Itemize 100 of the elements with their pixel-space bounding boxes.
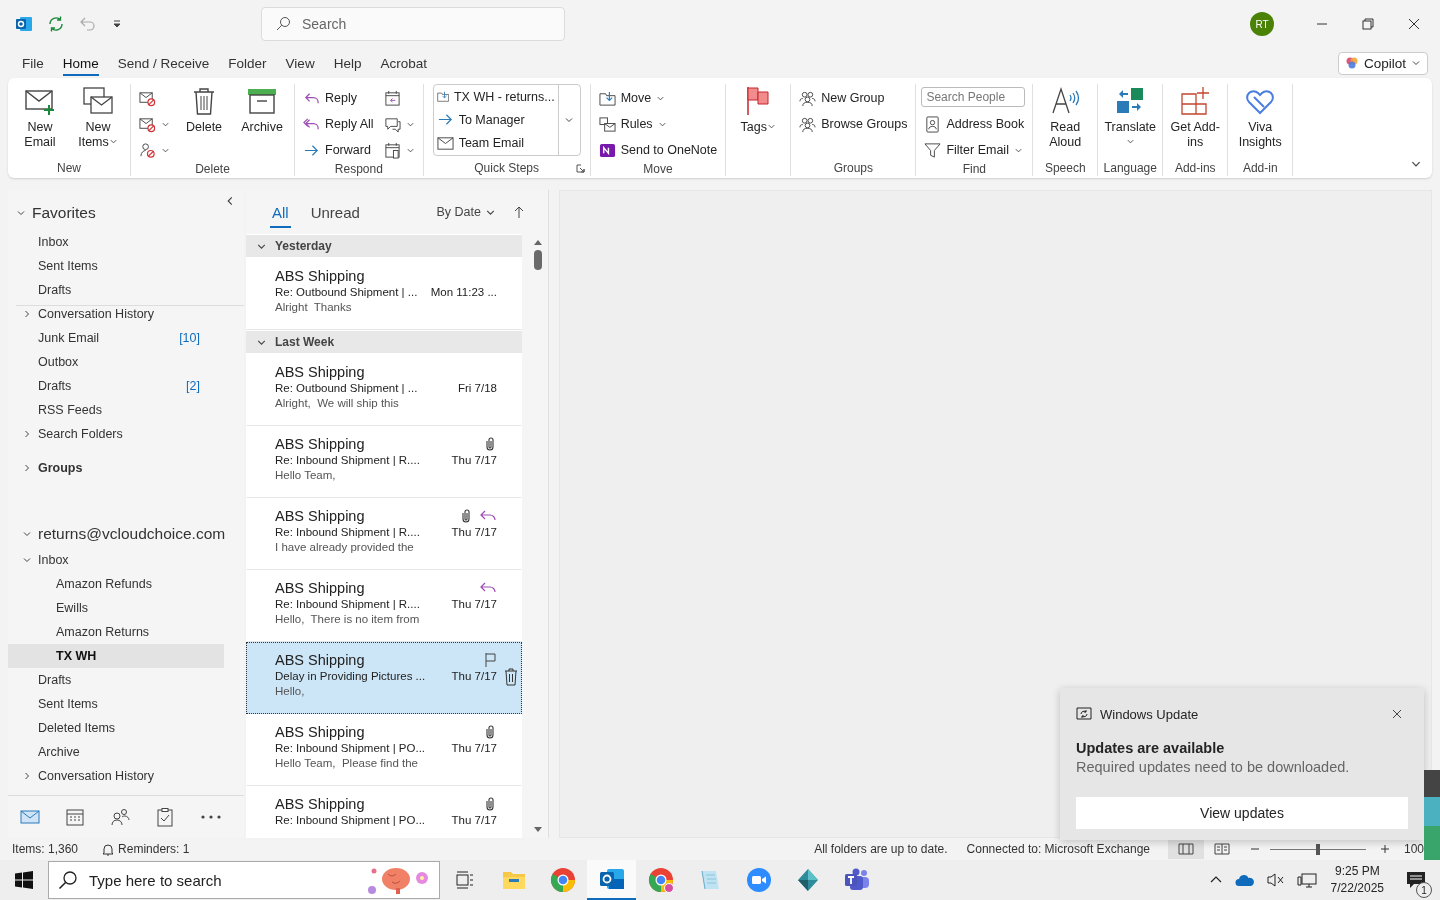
ribbon-button[interactable]: Reply All	[300, 112, 377, 136]
scroll-thumb[interactable]	[534, 250, 542, 270]
chrome-icon[interactable]	[549, 867, 576, 893]
close-icon[interactable]	[1408, 18, 1420, 30]
filter-tab[interactable]: Unread	[308, 197, 362, 227]
cloud-icon[interactable]	[1234, 873, 1255, 887]
menu-tab[interactable]: View	[277, 50, 323, 76]
message-item[interactable]: ABS Shipping Re: Inbound Shipment | R.... Thu 7/17 I have already provided the	[246, 498, 522, 570]
ribbon-button[interactable]: Get Add-ins	[1168, 84, 1223, 150]
folder-item[interactable]: TX WH	[8, 644, 224, 668]
folder-item[interactable]: Drafts [2]	[8, 374, 224, 398]
avatar[interactable]: RT	[1250, 12, 1274, 36]
sync-icon[interactable]	[47, 15, 65, 33]
folder-item[interactable]: Sent Items	[8, 692, 224, 716]
folder-item[interactable]: Conversation History	[8, 302, 224, 326]
ribbon-button[interactable]: Filter Email	[921, 138, 1028, 162]
folder-item[interactable]: Conversation History	[8, 764, 224, 788]
video-call-icon[interactable]	[745, 867, 772, 893]
network-icon[interactable]	[1296, 872, 1317, 888]
clock[interactable]: 9:25 PM 7/22/2025	[1330, 863, 1384, 897]
message-item[interactable]: ABS Shipping Re: Outbound Shipment | ... Mon 11:23 ... Alright Thanks	[246, 258, 522, 330]
ribbon-button[interactable]: Move	[595, 86, 721, 110]
menu-tab[interactable]: Help	[325, 50, 370, 76]
restore-icon[interactable]	[1362, 18, 1374, 30]
filter-tab[interactable]: All	[270, 197, 291, 227]
folder-item[interactable]: RSS Feeds	[8, 398, 224, 422]
ribbon-button[interactable]: Viva Insights	[1233, 84, 1288, 150]
message-subject: Re: Inbound Shipment | PO...	[275, 814, 426, 826]
folder-item[interactable]: Drafts	[8, 278, 224, 302]
account-item[interactable]: returns@vcloudchoice.com	[8, 520, 224, 548]
quick-step-button[interactable]: Team Email	[433, 131, 558, 155]
task-view-icon[interactable]	[454, 870, 475, 890]
message-item[interactable]: ABS Shipping Re: Outbound Shipment | ... Fri 7/18 Alright, We will ship this	[246, 354, 522, 426]
chrome-icon[interactable]	[647, 867, 674, 893]
view-updates-button[interactable]: View updates	[1076, 797, 1408, 829]
folder-item[interactable]: Sent Items	[8, 254, 224, 278]
favorites-header[interactable]: Favorites	[8, 196, 224, 230]
folder-item[interactable]: Outbox	[8, 350, 224, 374]
dialog-launcher-icon[interactable]	[575, 164, 585, 173]
folder-item[interactable]: Junk Email [10]	[8, 326, 224, 350]
ribbon-button[interactable]: Reply	[300, 86, 377, 110]
scroll-down-icon[interactable]	[533, 826, 543, 834]
action-center-button[interactable]: 1	[1400, 862, 1432, 898]
folder-item[interactable]: Amazon Returns	[8, 620, 224, 644]
clipboard-check-icon[interactable]	[154, 807, 175, 827]
message-item[interactable]: ABS Shipping Re: Inbound Shipment | R.... Thu 7/17 Hello Team,	[246, 426, 522, 498]
sort-direction-icon[interactable]	[512, 205, 526, 219]
taskbar-search-field[interactable]: Type here to search	[48, 861, 440, 899]
search-field[interactable]: Search	[261, 7, 565, 41]
mail-nav-icon[interactable]	[20, 807, 41, 827]
folder-item[interactable]: Ewills	[8, 596, 224, 620]
ribbon-button[interactable]: Delete	[177, 84, 231, 135]
menu-tab[interactable]: Home	[54, 50, 107, 76]
ribbon-button[interactable]: Tags	[731, 84, 786, 135]
quick-step-button[interactable]: TX WH - returns...	[433, 85, 558, 109]
ribbon-button[interactable]: New Email	[13, 84, 67, 150]
zoom-thumb[interactable]	[1316, 843, 1320, 855]
people-nav-icon[interactable]	[110, 807, 130, 827]
message-item[interactable]: ABS Shipping Re: Inbound Shipment | PO... Thu 7/17 Hello Team, Please find the	[246, 714, 522, 786]
ribbon-button[interactable]: Rules	[595, 112, 721, 136]
ribbon-button[interactable]: Send to OneNote	[595, 138, 721, 162]
message-item[interactable]: ABS Shipping Delay in Providing Pictures ... Thu 7/17 Hello,	[246, 642, 522, 714]
menu-tab[interactable]: Send / Receive	[109, 50, 218, 76]
folder-item[interactable]: Deleted Items	[8, 716, 224, 740]
folder-item[interactable]: Amazon Refunds	[8, 572, 224, 596]
copilot-button[interactable]: Copilot	[1337, 51, 1428, 75]
folder-item[interactable]: Archive	[8, 740, 224, 764]
menu-tab[interactable]: File	[14, 50, 52, 76]
ribbon-button[interactable]: Archive	[235, 84, 289, 135]
ribbon-button[interactable]: Browse Groups	[796, 112, 911, 136]
search-people-field[interactable]: Search People	[921, 87, 1026, 107]
close-icon[interactable]	[1392, 709, 1402, 719]
zoom-in-icon[interactable]	[1380, 844, 1390, 854]
quick-step-button[interactable]: To Manager	[433, 108, 558, 132]
mail-app-icon[interactable]	[598, 866, 625, 892]
customize-caret-icon[interactable]	[111, 18, 123, 30]
groups-item[interactable]: Groups	[8, 456, 224, 480]
folder-name: Inbox	[38, 553, 69, 567]
sort-button[interactable]: By Date	[436, 205, 496, 219]
ribbon-button[interactable]: New Items	[71, 84, 125, 150]
speaker-muted-icon[interactable]	[1266, 872, 1285, 888]
folder-item[interactable]: Inbox	[8, 230, 224, 254]
ribbon-button[interactable]: Read Aloud	[1038, 84, 1093, 150]
menu-tab[interactable]: Acrobat	[372, 50, 435, 76]
trash-icon[interactable]	[504, 668, 518, 686]
folder-item[interactable]: Inbox	[8, 548, 224, 572]
group-header[interactable]: Yesterday	[246, 235, 522, 257]
group-header[interactable]: Last Week	[246, 331, 522, 353]
normal-view-button[interactable]	[1168, 839, 1204, 859]
folder-item[interactable]: Drafts	[8, 668, 224, 692]
flag-outline-icon[interactable]	[483, 652, 497, 668]
menu-tab[interactable]: Folder	[220, 50, 275, 76]
ribbon-button[interactable]: Address Book	[921, 112, 1028, 136]
team-chat-icon[interactable]	[842, 867, 871, 893]
folder-item[interactable]: Search Folders	[8, 422, 224, 446]
ribbon-button[interactable]: Translate	[1103, 84, 1158, 150]
scroll-up-icon[interactable]	[533, 238, 543, 246]
ribbon-button[interactable]: New Group	[796, 86, 911, 110]
mail-app-icon[interactable]	[15, 15, 33, 33]
ribbon-button[interactable]: Forward	[300, 138, 377, 162]
